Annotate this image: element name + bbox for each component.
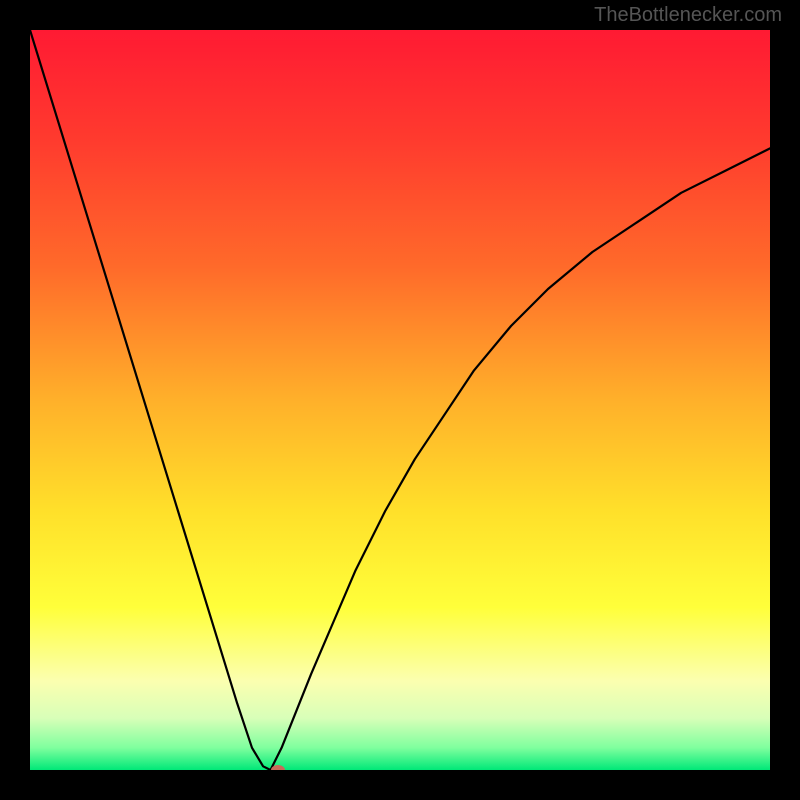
watermark-text: TheBottlenecker.com: [594, 4, 782, 27]
chart-curve: [30, 30, 770, 770]
chart-plot-area: [30, 30, 770, 770]
chart-minimum-marker: [271, 765, 285, 770]
